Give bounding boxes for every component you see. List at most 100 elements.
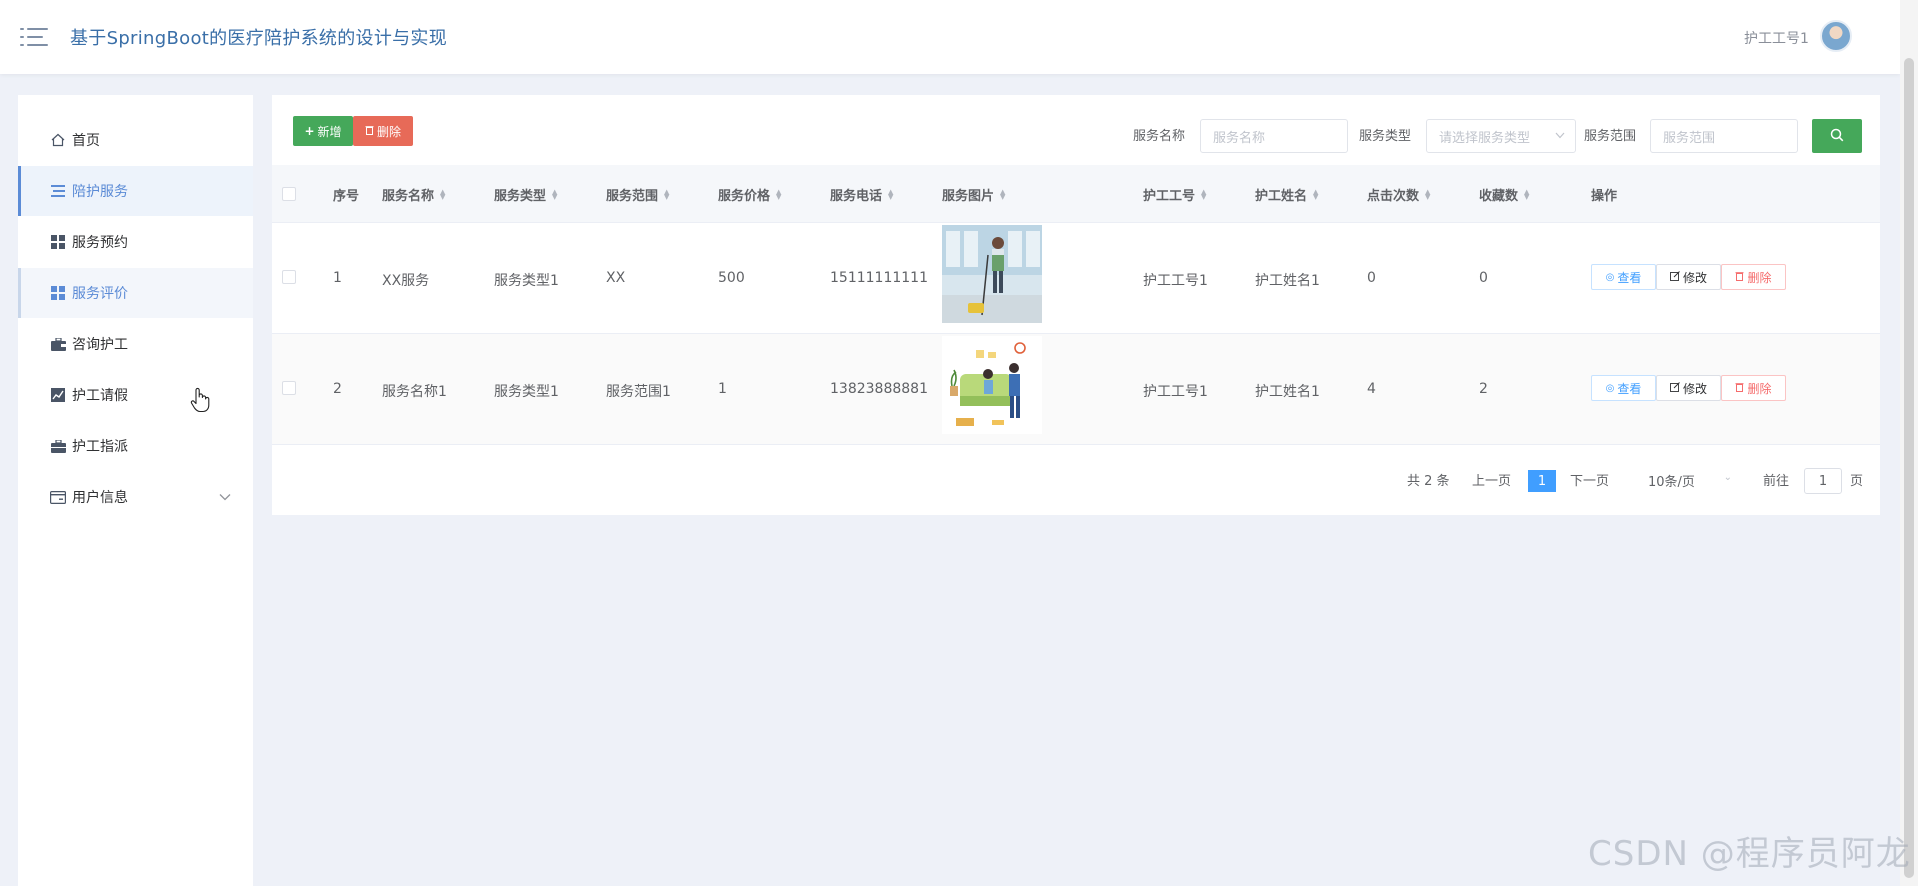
delete-button[interactable]: 删除: [1721, 264, 1786, 290]
sidebar: 首页 陪护服务 服务预约 服务评价 咨询护工 护工请假 护工指派 用户信息: [18, 95, 253, 886]
search-button[interactable]: [1812, 119, 1862, 153]
column-header[interactable]: 护工工号 ▲ ▼: [1143, 185, 1206, 204]
sort-icon: ▲ ▼: [1201, 187, 1207, 201]
edit-button[interactable]: 修改: [1656, 264, 1721, 290]
column-header[interactable]: 服务名称 ▲ ▼: [382, 185, 445, 204]
column-header: 序号: [333, 189, 360, 204]
service-phone: 15111111111: [830, 270, 928, 286]
service-scope: 服务范围1: [606, 384, 671, 400]
list-icon: [50, 183, 66, 199]
favorite-count: 2: [1479, 381, 1488, 397]
chevron-down-icon: ⌄: [1723, 472, 1732, 483]
sidebar-item-service-booking[interactable]: 服务预约: [18, 217, 253, 267]
row-checkbox[interactable]: [282, 381, 296, 395]
prev-page-button[interactable]: 上一页: [1472, 470, 1511, 489]
service-scope-input[interactable]: 服务范围: [1650, 119, 1798, 153]
sidebar-item-label: 用户信息: [72, 490, 128, 506]
trash-icon: [1735, 270, 1744, 284]
sort-icon: ▲ ▼: [1313, 187, 1319, 201]
column-header[interactable]: 服务图片 ▲ ▼: [942, 185, 1005, 204]
column-header[interactable]: 护工姓名 ▲ ▼: [1255, 185, 1318, 204]
service-type: 服务类型1: [494, 384, 559, 400]
column-header[interactable]: 点击次数 ▲ ▼: [1367, 185, 1430, 204]
sidebar-item-label: 服务预约: [72, 235, 128, 251]
nurse-name: 护工姓名1: [1255, 273, 1320, 289]
sidebar-item-service-review[interactable]: 服务评价: [18, 268, 253, 318]
batch-delete-button[interactable]: 删除: [353, 116, 413, 146]
scrollbar[interactable]: [1900, 0, 1918, 886]
column-header[interactable]: 服务电话 ▲ ▼: [830, 185, 893, 204]
service-image[interactable]: [942, 225, 1042, 323]
pagination-total: 共 2 条: [1407, 474, 1450, 489]
watermark: CSDN @程序员阿龙: [1588, 834, 1911, 874]
service-price: 1: [718, 381, 727, 397]
column-header[interactable]: 服务类型 ▲ ▼: [494, 185, 557, 204]
grid-icon: [50, 285, 66, 301]
view-button[interactable]: ◎ 查看: [1591, 264, 1656, 290]
service-price: 500: [718, 270, 745, 286]
delete-button[interactable]: 删除: [1721, 375, 1786, 401]
sort-icon: ▲ ▼: [1425, 187, 1431, 201]
sidebar-item-home[interactable]: 首页: [18, 115, 253, 165]
sidebar-item-label: 护工指派: [72, 439, 128, 455]
sidebar-item-user-info[interactable]: 用户信息: [18, 472, 253, 522]
user-name[interactable]: 护工工号1: [1744, 28, 1809, 48]
eye-icon: ◎: [1605, 382, 1615, 394]
add-button[interactable]: + 新增: [293, 116, 353, 146]
edit-button[interactable]: 修改: [1656, 375, 1721, 401]
sort-icon: ▲ ▼: [664, 187, 670, 201]
briefcase-icon: [50, 336, 66, 352]
sort-icon: ▲ ▼: [552, 187, 558, 201]
eye-icon: ◎: [1605, 271, 1615, 283]
nurse-id: 护工工号1: [1143, 273, 1208, 289]
card-icon: [50, 489, 66, 505]
menu-toggle-icon[interactable]: [20, 26, 48, 48]
trash-icon: [1735, 381, 1744, 395]
column-header: 操作: [1591, 189, 1618, 204]
table-row: 1 XX服务 服务类型1 XX 500 15111111111 护工工号1 护工…: [272, 223, 1880, 334]
service-name: 服务名称1: [382, 384, 447, 400]
add-button-label: 新增: [317, 124, 342, 139]
service-name: XX服务: [382, 273, 430, 289]
chevron-down-icon: [219, 490, 231, 504]
page-unit-label: 页: [1850, 474, 1864, 489]
home-icon: [50, 132, 66, 148]
service-type-select[interactable]: 请选择服务类型: [1426, 119, 1576, 153]
row-index: 1: [333, 270, 342, 286]
scrollbar-thumb[interactable]: [1904, 58, 1914, 878]
avatar[interactable]: [1820, 20, 1852, 52]
service-phone: 13823888881: [830, 381, 928, 397]
service-name-input[interactable]: 服务名称: [1200, 119, 1348, 153]
edit-icon: [1670, 381, 1680, 395]
sort-icon: ▲ ▼: [888, 187, 894, 201]
row-checkbox[interactable]: [282, 270, 296, 284]
sort-icon: ▲ ▼: [440, 187, 446, 201]
sidebar-item-label: 陪护服务: [72, 184, 128, 200]
column-header[interactable]: 收藏数 ▲ ▼: [1479, 185, 1529, 204]
sidebar-item-label: 咨询护工: [72, 337, 128, 353]
page-number-current[interactable]: 1: [1528, 470, 1556, 492]
edit-icon: [1670, 270, 1680, 284]
top-header: 基于SpringBoot的医疗陪护系统的设计与实现 护工工号1: [0, 0, 1900, 74]
nurse-id: 护工工号1: [1143, 384, 1208, 400]
sidebar-item-nurse-leave[interactable]: 护工请假: [18, 370, 253, 420]
select-all-checkbox[interactable]: [282, 187, 296, 201]
click-count: 4: [1367, 381, 1376, 397]
app-title: 基于SpringBoot的医疗陪护系统的设计与实现: [70, 28, 448, 49]
service-image[interactable]: [942, 336, 1042, 434]
sort-icon: ▲ ▼: [776, 187, 782, 201]
sidebar-item-consult-nurse[interactable]: 咨询护工: [18, 319, 253, 369]
column-header[interactable]: 服务范围 ▲ ▼: [606, 185, 669, 204]
sidebar-item-escort-service[interactable]: 陪护服务: [18, 166, 253, 216]
next-page-button[interactable]: 下一页: [1570, 470, 1609, 489]
sidebar-item-nurse-assign[interactable]: 护工指派: [18, 421, 253, 471]
row-index: 2: [333, 381, 342, 397]
view-button[interactable]: ◎ 查看: [1591, 375, 1656, 401]
nurse-name: 护工姓名1: [1255, 384, 1320, 400]
column-header[interactable]: 服务价格 ▲ ▼: [718, 185, 781, 204]
service-type: 服务类型1: [494, 273, 559, 289]
goto-page-input[interactable]: 1: [1804, 468, 1842, 494]
grid-icon: [50, 234, 66, 250]
sidebar-item-label: 服务评价: [72, 286, 128, 302]
page-size-select[interactable]: 10条/页 ⌄: [1642, 466, 1742, 494]
